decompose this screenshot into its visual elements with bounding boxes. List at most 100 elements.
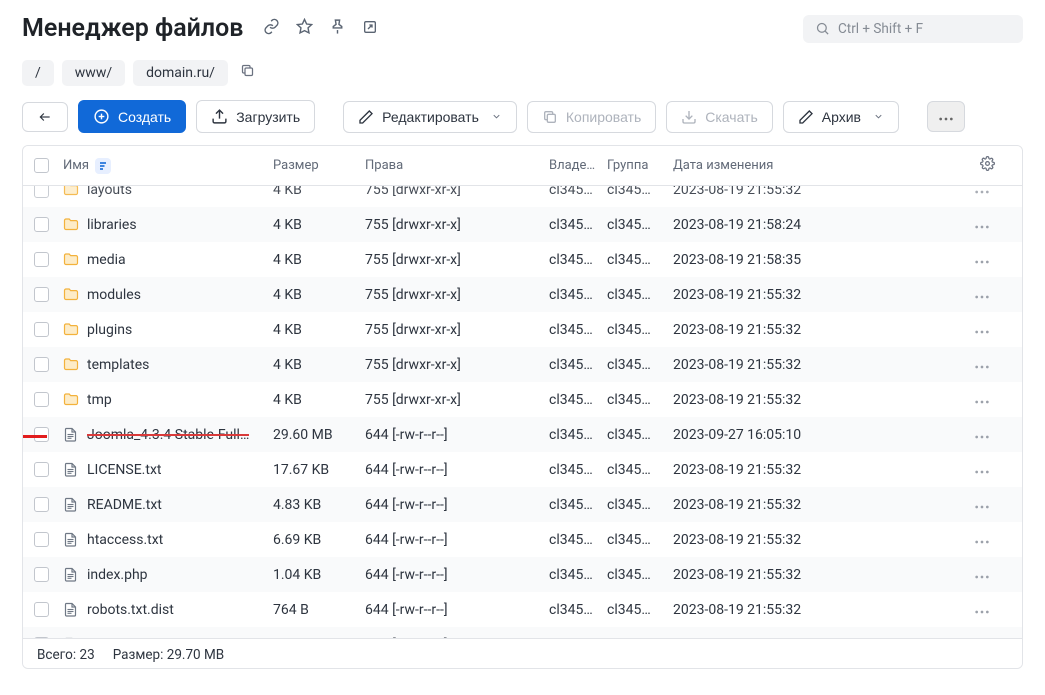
archive-button[interactable]: Архив [783, 101, 899, 133]
row-actions-icon[interactable] [969, 217, 995, 233]
table-row[interactable]: Joomla_4.3.4 Stable-Full…29.60 MB644 [-r… [23, 417, 1022, 452]
cell-owner: cl345… [545, 637, 603, 639]
row-checkbox[interactable] [34, 252, 49, 267]
cell-perms: 755 [drwxr-xr-x] [361, 217, 545, 233]
column-group[interactable]: Группа [603, 158, 669, 173]
row-actions-icon[interactable] [969, 462, 995, 478]
row-actions-icon[interactable] [969, 497, 995, 513]
pin-icon[interactable] [329, 18, 346, 39]
column-size[interactable]: Размер [269, 158, 361, 173]
table-row[interactable]: media4 KB755 [drwxr-xr-x]cl345…cl345…202… [23, 242, 1022, 277]
row-actions-icon[interactable] [969, 322, 995, 338]
row-checkbox[interactable] [34, 287, 49, 302]
crumb-root[interactable]: / [22, 60, 54, 86]
row-actions-icon[interactable] [969, 567, 995, 583]
table-row[interactable]: layouts4 KB755 [drwxr-xr-x]cl345…cl345…2… [23, 186, 1022, 207]
row-actions-icon[interactable] [969, 287, 995, 303]
star-icon[interactable] [296, 18, 313, 39]
cell-size: 1.04 KB [269, 567, 361, 583]
cell-size: 4 KB [269, 252, 361, 268]
edit-button[interactable]: Редактировать [343, 101, 517, 133]
cell-owner: cl345… [545, 427, 603, 443]
column-name[interactable]: Имя [59, 158, 269, 174]
file-icon [63, 637, 79, 639]
cell-group: cl345… [603, 392, 669, 408]
folder-icon [63, 392, 79, 408]
copy-button[interactable]: Копировать [527, 101, 656, 133]
row-actions-icon[interactable] [969, 532, 995, 548]
file-name: layouts [87, 186, 132, 198]
crumb-domain[interactable]: domain.ru/ [133, 60, 228, 86]
column-settings-icon[interactable] [969, 156, 1005, 175]
row-actions-icon[interactable] [969, 427, 995, 443]
crumb-www[interactable]: www/ [62, 60, 125, 86]
download-button[interactable]: Скачать [666, 101, 773, 133]
upload-button[interactable]: Загрузить [196, 100, 315, 133]
cell-size: 6.69 KB [269, 532, 361, 548]
row-actions-icon[interactable] [969, 392, 995, 408]
cell-group: cl345… [603, 322, 669, 338]
table-row[interactable]: index.php1.04 KB644 [-rw-r--r--]cl345…cl… [23, 557, 1022, 592]
file-name: templates [87, 357, 149, 373]
table-row[interactable]: htaccess.txt6.69 KB644 [-rw-r--r--]cl345… [23, 522, 1022, 557]
cell-perms: 644 [-rw-r--r--] [361, 637, 545, 639]
table-row[interactable]: tmp4 KB755 [drwxr-xr-x]cl345…cl345…2023-… [23, 382, 1022, 417]
copy-path-icon[interactable] [236, 59, 259, 86]
cell-group: cl345… [603, 186, 669, 198]
row-checkbox[interactable] [34, 497, 49, 512]
table-row[interactable]: robots.txt.dist764 B644 [-rw-r--r--]cl34… [23, 592, 1022, 627]
file-name: README.txt [87, 497, 162, 513]
link-icon[interactable] [263, 18, 280, 39]
table-row[interactable]: templates4 KB755 [drwxr-xr-x]cl345…cl345… [23, 347, 1022, 382]
create-button[interactable]: Создать [78, 100, 186, 133]
external-icon[interactable] [362, 19, 378, 39]
search-input[interactable]: Ctrl + Shift + F [803, 15, 1023, 43]
row-actions-icon[interactable] [969, 357, 995, 373]
more-button[interactable] [927, 101, 965, 132]
table-row[interactable]: libraries4 KB755 [drwxr-xr-x]cl345…cl345… [23, 207, 1022, 242]
row-checkbox[interactable] [34, 532, 49, 547]
table-row[interactable]: web.config.txt2.90 KB644 [-rw-r--r--]cl3… [23, 627, 1022, 638]
cell-modified: 2023-08-19 21:55:32 [669, 497, 969, 513]
row-checkbox[interactable] [34, 637, 49, 638]
cell-size: 4 KB [269, 357, 361, 373]
row-checkbox[interactable] [34, 186, 49, 198]
table-row[interactable]: plugins4 KB755 [drwxr-xr-x]cl345…cl345…2… [23, 312, 1022, 347]
back-button[interactable] [22, 102, 68, 132]
download-label: Скачать [705, 109, 758, 125]
cell-modified: 2023-08-19 21:58:35 [669, 252, 969, 268]
file-icon [63, 462, 79, 478]
cell-owner: cl345… [545, 217, 603, 233]
table-body[interactable]: layouts4 KB755 [drwxr-xr-x]cl345…cl345…2… [23, 186, 1022, 638]
table-row[interactable]: README.txt4.83 KB644 [-rw-r--r--]cl345…c… [23, 487, 1022, 522]
cell-owner: cl345… [545, 462, 603, 478]
table-row[interactable]: LICENSE.txt17.67 KB644 [-rw-r--r--]cl345… [23, 452, 1022, 487]
row-actions-icon[interactable] [969, 186, 995, 198]
row-checkbox[interactable] [34, 322, 49, 337]
cell-perms: 755 [drwxr-xr-x] [361, 357, 545, 373]
cell-perms: 755 [drwxr-xr-x] [361, 392, 545, 408]
row-checkbox[interactable] [34, 462, 49, 477]
row-checkbox[interactable] [34, 567, 49, 582]
cell-modified: 2023-08-19 21:55:32 [669, 462, 969, 478]
select-all-checkbox[interactable] [34, 158, 49, 173]
row-checkbox[interactable] [34, 602, 49, 617]
row-actions-icon[interactable] [969, 637, 995, 639]
row-checkbox[interactable] [34, 392, 49, 407]
row-actions-icon[interactable] [969, 252, 995, 268]
column-owner[interactable]: Владе… [545, 158, 603, 173]
cell-perms: 755 [drwxr-xr-x] [361, 322, 545, 338]
column-modified[interactable]: Дата изменения [669, 158, 969, 173]
cell-modified: 2023-08-19 21:55:32 [669, 186, 969, 198]
cell-perms: 755 [drwxr-xr-x] [361, 287, 545, 303]
column-perms[interactable]: Права [361, 158, 545, 173]
breadcrumb: / www/ domain.ru/ [0, 53, 1045, 100]
row-checkbox[interactable] [34, 357, 49, 372]
cell-group: cl345… [603, 252, 669, 268]
table-row[interactable]: modules4 KB755 [drwxr-xr-x]cl345…cl345…2… [23, 277, 1022, 312]
row-actions-icon[interactable] [969, 602, 995, 618]
cell-modified: 2023-08-19 21:55:32 [669, 532, 969, 548]
upload-label: Загрузить [236, 109, 300, 125]
row-checkbox[interactable] [34, 217, 49, 232]
cell-modified: 2023-08-19 21:55:32 [669, 392, 969, 408]
